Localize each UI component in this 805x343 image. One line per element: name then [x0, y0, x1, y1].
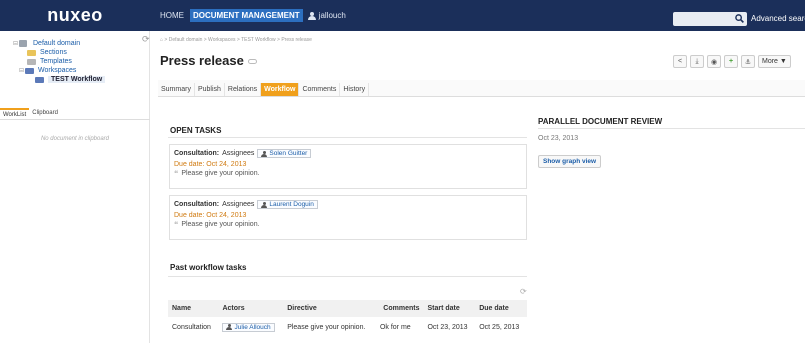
col-actors: Actors — [218, 300, 284, 317]
tab-worklist[interactable]: WorkList — [0, 108, 30, 119]
navigation-tree: ⊟ Default domain Sections Templates ⊟ Wo… — [13, 39, 106, 84]
nav-document-management[interactable]: DOCUMENT MANAGEMENT — [190, 9, 303, 22]
sidebar-tabs: WorkList Clipboard — [0, 108, 150, 120]
share-icon[interactable]: < — [673, 55, 687, 68]
nav-home[interactable]: HOME — [157, 9, 187, 22]
empty-clipboard-message: No document in clipboard — [40, 136, 110, 142]
tree-item-workspaces[interactable]: ⊟ Workspaces — [13, 66, 105, 75]
tree-item-sections[interactable]: Sections — [13, 48, 105, 57]
table-row: Consultation Julie Allouch Please give y… — [172, 322, 520, 332]
quote-icon: ❝ — [174, 169, 179, 178]
user-icon — [261, 201, 268, 208]
document-actions: < ⤓ ◉ + ⚓ More ▼ — [673, 55, 791, 68]
user-menu[interactable]: jallouch — [307, 11, 346, 20]
col-due-date: Due date — [475, 300, 527, 317]
user-icon — [261, 150, 268, 157]
task-name: Consultation: — [174, 150, 220, 157]
tab-publish[interactable]: Publish — [195, 83, 225, 96]
nuxeo-logo[interactable]: nuxeo — [0, 0, 150, 31]
assignees-label: Assignees — [222, 201, 255, 208]
lock-icon[interactable]: ⚓ — [741, 55, 755, 68]
tab-workflow[interactable]: Workflow — [261, 83, 300, 96]
open-tasks-title: OPEN TASKS — [170, 126, 222, 135]
col-start-date: Start date — [423, 300, 476, 317]
user-icon — [226, 324, 233, 331]
past-tasks-table: Name Actors Directive Comments Start dat… — [168, 300, 527, 338]
show-graph-button[interactable]: Show graph view — [538, 155, 602, 168]
advanced-search-link[interactable]: Advanced search — [751, 14, 805, 23]
home-icon[interactable]: ⌂ — [160, 37, 163, 43]
folder-icon — [27, 49, 36, 56]
workflow-date: Oct 23, 2013 — [538, 135, 579, 142]
tree-item-templates[interactable]: Templates — [13, 57, 105, 66]
task-comment: ❝ Please give your opinion. — [174, 220, 260, 229]
divider — [538, 128, 805, 129]
divider — [168, 137, 527, 138]
quote-icon: ❝ — [174, 220, 179, 229]
folder-icon — [35, 76, 44, 83]
main-content: ⌂ > Default domain > Workspaces > TEST W… — [150, 31, 805, 343]
document-tabs: Summary Publish Relations Workflow Comme… — [158, 80, 805, 97]
due-date: Due date: Oct 24, 2013 — [174, 161, 247, 168]
col-comments: Comments — [375, 300, 424, 317]
assignee-link[interactable]: Solen Guitter — [257, 149, 312, 158]
folder-icon — [25, 67, 34, 74]
assignee-link[interactable]: Laurent Doguin — [257, 200, 318, 209]
tab-relations[interactable]: Relations — [225, 83, 262, 96]
past-tasks-title: Past workflow tasks — [170, 263, 247, 272]
add-icon[interactable]: + — [724, 55, 738, 68]
tree-item-test-workflow[interactable]: TEST Workflow — [13, 75, 106, 84]
actor-link[interactable]: Julie Allouch — [222, 322, 275, 332]
table-header-row: Name Actors Directive Comments Start dat… — [168, 300, 527, 317]
tab-history[interactable]: History — [340, 83, 370, 96]
download-icon[interactable]: ⤓ — [690, 55, 704, 68]
user-icon — [307, 11, 316, 20]
subscribe-icon[interactable]: ◉ — [707, 55, 721, 68]
search-input[interactable] — [673, 12, 747, 26]
due-date: Due date: Oct 24, 2013 — [174, 212, 247, 219]
task-comment: ❝ Please give your opinion. — [174, 169, 260, 178]
refresh-icon[interactable]: ⟳ — [142, 34, 150, 45]
task-name: Consultation: — [174, 201, 220, 208]
domain-icon — [19, 40, 27, 47]
refresh-icon[interactable]: ⟳ — [520, 287, 527, 296]
col-directive: Directive — [283, 300, 376, 317]
tab-clipboard[interactable]: Clipboard — [29, 108, 61, 119]
more-button[interactable]: More ▼ — [758, 55, 791, 68]
tab-comments[interactable]: Comments — [299, 83, 341, 96]
divider — [168, 276, 527, 277]
top-bar: nuxeo HOME DOCUMENT MANAGEMENT jallouch … — [0, 0, 805, 31]
link-icon[interactable] — [247, 59, 257, 65]
tree-item-default-domain[interactable]: ⊟ Default domain — [13, 39, 105, 48]
workflow-title: PARALLEL DOCUMENT REVIEW — [538, 117, 663, 126]
search-icon[interactable] — [735, 14, 744, 23]
task-card: Consultation: Assignees Laurent Doguin D… — [169, 195, 527, 240]
col-name: Name — [168, 300, 219, 317]
top-nav: HOME DOCUMENT MANAGEMENT jallouch — [157, 0, 346, 31]
breadcrumb: ⌂ > Default domain > Workspaces > TEST W… — [160, 37, 312, 43]
user-name: jallouch — [318, 11, 346, 20]
page-title: Press release — [160, 53, 257, 68]
folder-icon — [27, 58, 36, 65]
assignees-label: Assignees — [222, 150, 255, 157]
left-sidebar: ⟳ ⊟ Default domain Sections Templates ⊟ … — [0, 31, 150, 343]
tab-summary[interactable]: Summary — [158, 83, 195, 96]
task-card: Consultation: Assignees Solen Guitter Du… — [169, 144, 527, 189]
